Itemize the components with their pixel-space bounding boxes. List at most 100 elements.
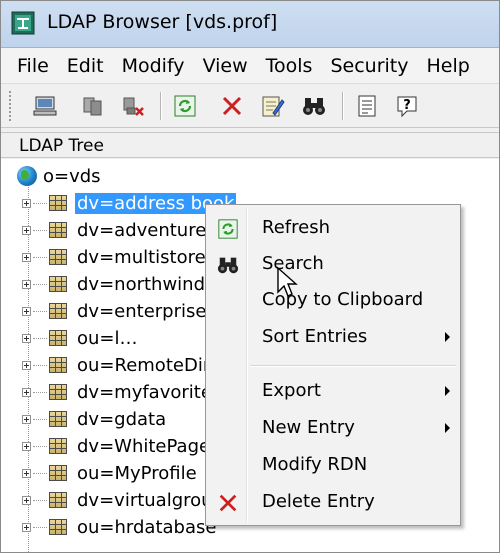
directory-node-icon: [49, 357, 67, 373]
expand-icon[interactable]: [22, 306, 31, 316]
refresh-icon: [218, 219, 238, 239]
tree-node-label: dv=multistore: [77, 246, 206, 268]
menu-help[interactable]: Help: [417, 49, 478, 83]
expand-icon[interactable]: [22, 252, 31, 262]
context-menu-copy-to-clipboard[interactable]: Copy to Clipboard: [208, 283, 458, 317]
tree-node-label: dv=adventure: [77, 219, 207, 241]
context-menu: Refresh Search Copy to Clipboard Sort En: [205, 204, 461, 526]
directory-node-icon: [49, 519, 67, 535]
tree-node-label: dv=myfavorite: [77, 381, 212, 403]
menu-modify[interactable]: Modify: [112, 49, 193, 83]
connect-button[interactable]: [31, 92, 59, 120]
context-menu-modify-rdn[interactable]: Modify RDN: [208, 448, 458, 482]
edit-button[interactable]: [259, 92, 287, 120]
document-icon: [358, 95, 376, 117]
tree-node[interactable]: dv=virtualgrou: [22, 489, 215, 511]
tree-node-label: dv=WhitePage: [77, 435, 211, 457]
directory-node-icon: [49, 276, 67, 292]
delete-button[interactable]: [218, 92, 246, 120]
context-menu-new-entry[interactable]: New Entry: [208, 411, 458, 445]
tree-root-node[interactable]: o=vds: [17, 165, 101, 187]
window-title: LDAP Browser [vds.prof]: [47, 11, 278, 33]
submenu-arrow-icon: [445, 386, 450, 396]
menu-bar: File Edit Modify View Tools Security Hel…: [1, 48, 499, 84]
expand-icon[interactable]: [22, 414, 31, 424]
tree-node[interactable]: dv=northwind: [22, 273, 207, 295]
context-menu-sort-entries[interactable]: Sort Entries: [208, 320, 458, 354]
context-menu-label: Modify RDN: [262, 454, 368, 475]
tree-node[interactable]: ou=l…: [22, 327, 140, 349]
context-menu-delete-entry[interactable]: Delete Entry: [208, 485, 458, 519]
expand-icon[interactable]: [22, 225, 31, 235]
properties-button[interactable]: [353, 92, 381, 120]
context-menu-label: Export: [262, 380, 321, 401]
expand-icon[interactable]: [22, 495, 31, 505]
directory-node-icon: [49, 303, 67, 319]
toolbar-separator: [160, 92, 162, 120]
expand-icon[interactable]: [22, 360, 31, 370]
context-menu-refresh[interactable]: Refresh: [208, 211, 458, 245]
directory-node-icon: [49, 249, 67, 265]
context-menu-export[interactable]: Export: [208, 374, 458, 408]
expand-icon[interactable]: [22, 468, 31, 478]
tree-node[interactable]: ou=hrdatabase: [22, 516, 218, 538]
tree-node[interactable]: dv=adventure: [22, 219, 208, 241]
tree-node[interactable]: dv=WhitePage: [22, 435, 212, 457]
expand-icon[interactable]: [22, 333, 31, 343]
globe-icon: [17, 166, 37, 186]
expand-icon[interactable]: [22, 522, 31, 532]
tree-node-label: dv=enterprised: [77, 300, 218, 322]
app-icon: [11, 11, 35, 35]
delete-icon: [222, 96, 242, 116]
context-menu-label: Delete Entry: [262, 491, 375, 512]
tree-node[interactable]: ou=RemoteDire: [22, 354, 223, 376]
expand-icon[interactable]: [22, 279, 31, 289]
context-menu-label: Refresh: [262, 217, 330, 238]
menu-security[interactable]: Security: [320, 49, 416, 83]
menu-edit[interactable]: Edit: [57, 49, 112, 83]
directory-node-icon: [49, 222, 67, 238]
tree-node[interactable]: dv=myfavorite: [22, 381, 214, 403]
directory-node-icon: [49, 465, 67, 481]
tree-node[interactable]: dv=enterprised: [22, 300, 220, 322]
disconnect-button[interactable]: [79, 92, 107, 120]
svg-text:?: ?: [403, 98, 411, 113]
context-menu-search[interactable]: Search: [208, 247, 458, 281]
context-menu-separator: [250, 365, 456, 367]
expand-icon[interactable]: [22, 387, 31, 397]
tree-node-label: ou=l…: [77, 327, 138, 349]
directory-node-icon: [49, 411, 67, 427]
refresh-button[interactable]: [171, 92, 199, 120]
connect-computer-icon: [33, 96, 57, 116]
help-button[interactable]: ?: [393, 92, 421, 120]
tree-node-label: dv=virtualgrou: [77, 489, 213, 511]
mouse-cursor-icon: [277, 266, 298, 297]
title-bar[interactable]: LDAP Browser [vds.prof]: [1, 1, 499, 48]
tree-node-label: ou=hrdatabase: [77, 516, 217, 538]
tree-node[interactable]: ou=MyProfile: [22, 462, 199, 484]
search-binoculars-icon: [303, 98, 325, 115]
toolbar: ?: [1, 85, 499, 128]
tree-node-label: ou=MyProfile: [77, 462, 197, 484]
binoculars-icon: [217, 257, 239, 274]
toolbar-separator: [342, 92, 344, 120]
menu-file[interactable]: File: [7, 49, 57, 83]
help-icon: ?: [397, 96, 417, 118]
tree-node[interactable]: dv=multistore: [22, 246, 208, 268]
ldap-browser-window: LDAP Browser [vds.prof] File Edit Modify…: [0, 0, 500, 553]
context-menu-label: New Entry: [262, 417, 355, 438]
menu-tools[interactable]: Tools: [256, 49, 321, 83]
tree-node[interactable]: dv=gdata: [22, 408, 168, 430]
toolbar-grip[interactable]: [9, 91, 14, 121]
remove-connection-icon: [123, 97, 144, 116]
directory-node-icon: [49, 330, 67, 346]
search-button[interactable]: [300, 92, 328, 120]
menu-view[interactable]: View: [193, 49, 256, 83]
edit-icon: [262, 96, 285, 117]
expand-icon[interactable]: [22, 441, 31, 451]
expand-icon[interactable]: [22, 198, 31, 208]
tree-node-label: ou=RemoteDire: [77, 354, 221, 376]
tree-node-label: dv=northwind: [77, 273, 206, 295]
remove-connection-button[interactable]: [119, 92, 147, 120]
context-menu-label: Sort Entries: [262, 326, 368, 347]
